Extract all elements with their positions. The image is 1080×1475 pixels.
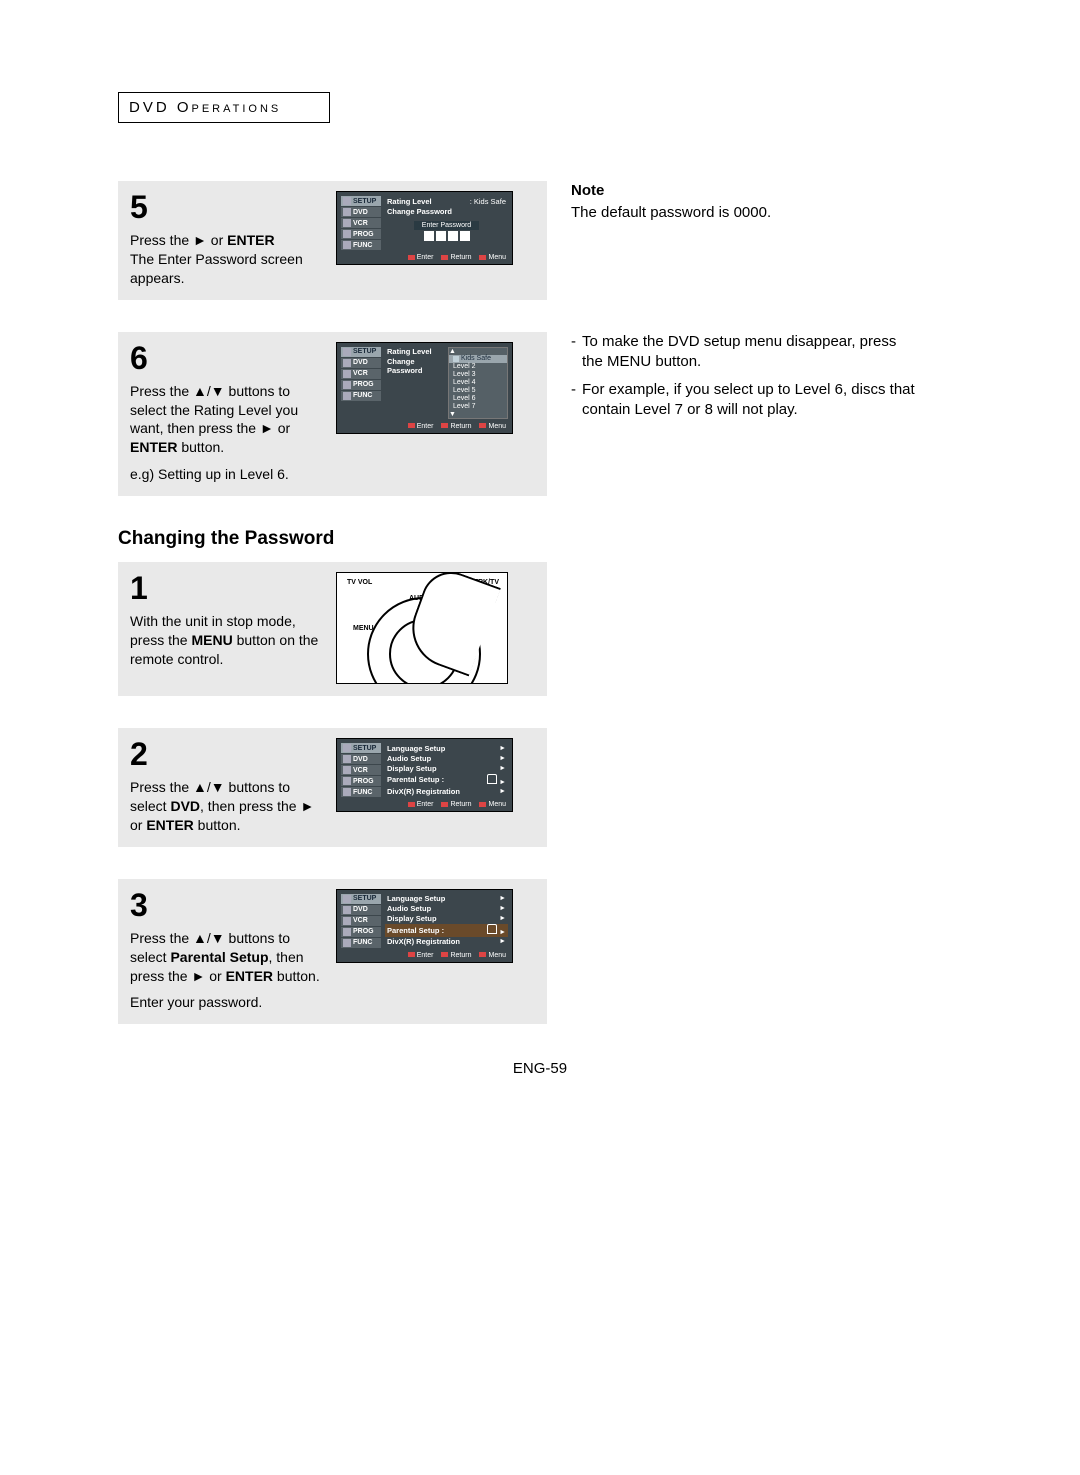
- lock-icon: [487, 774, 497, 784]
- cp-step-3-text: Press the ▲/▼ buttons to select Parental…: [130, 929, 326, 1013]
- step5-note: Note The default password is 0000.: [571, 181, 921, 300]
- chevron-right-icon: ►: [499, 745, 506, 752]
- changing-password-heading: Changing the Password: [118, 528, 962, 550]
- step-5-text: Press the ► or ENTER The Enter Password …: [130, 231, 326, 288]
- step6-note: -To make the DVD setup menu disappear, p…: [571, 332, 921, 496]
- clock-icon: [343, 230, 351, 238]
- lock-icon: [487, 924, 497, 934]
- play-icon: ►: [191, 968, 205, 984]
- cp-step-3-number: 3: [130, 889, 326, 921]
- play-icon: ►: [300, 798, 314, 814]
- step-6-number: 6: [130, 342, 326, 374]
- remote-illustration: TV VOL TRK/TV AUDIO MENU: [336, 572, 508, 684]
- chevron-up-icon: ▲: [449, 348, 507, 355]
- cp-step-2-number: 2: [130, 738, 326, 770]
- step-6-text: Press the ▲/▼ buttons to select the Rati…: [130, 382, 326, 484]
- updown-icon: ▲/▼: [193, 930, 225, 946]
- chevron-down-icon: ▼: [449, 411, 507, 418]
- updown-icon: ▲/▼: [193, 383, 225, 399]
- step-6-card: 6 Press the ▲/▼ buttons to select the Ra…: [118, 332, 547, 496]
- updown-icon: ▲/▼: [193, 779, 225, 795]
- disc-icon: [343, 208, 351, 216]
- osd-screenshot-cp2: SETUP DVD VCR PROG FUNC Language Setup► …: [336, 738, 513, 812]
- page-number: ENG-59: [118, 1060, 962, 1077]
- cp-step-2-card: 2 Press the ▲/▼ buttons to select DVD, t…: [118, 728, 547, 847]
- cp-step-1-text: With the unit in stop mode, press the ME…: [130, 612, 326, 669]
- section-label: DVD Operations: [118, 92, 330, 123]
- func-icon: [343, 241, 351, 249]
- osd-screenshot-step5: SETUP DVD VCR PROG FUNC Rating Level: Ki…: [336, 191, 513, 265]
- osd-screenshot-step6: SETUP DVD VCR PROG FUNC Rating Level Cha…: [336, 342, 513, 434]
- step-5-number: 5: [130, 191, 326, 223]
- gear-icon: [343, 197, 351, 205]
- check-icon: [453, 356, 459, 362]
- tape-icon: [343, 219, 351, 227]
- cp-step-1-number: 1: [130, 572, 326, 604]
- play-icon: ►: [193, 232, 207, 248]
- osd-screenshot-cp3: SETUP DVD VCR PROG FUNC Language Setup► …: [336, 889, 513, 963]
- cp-step-3-card: 3 Press the ▲/▼ buttons to select Parent…: [118, 879, 547, 1025]
- cp-step-2-text: Press the ▲/▼ buttons to select DVD, the…: [130, 778, 326, 835]
- cp-step-1-card: 1 With the unit in stop mode, press the …: [118, 562, 547, 696]
- step-5-card: 5 Press the ► or ENTER The Enter Passwor…: [118, 181, 547, 300]
- play-icon: ►: [260, 420, 274, 436]
